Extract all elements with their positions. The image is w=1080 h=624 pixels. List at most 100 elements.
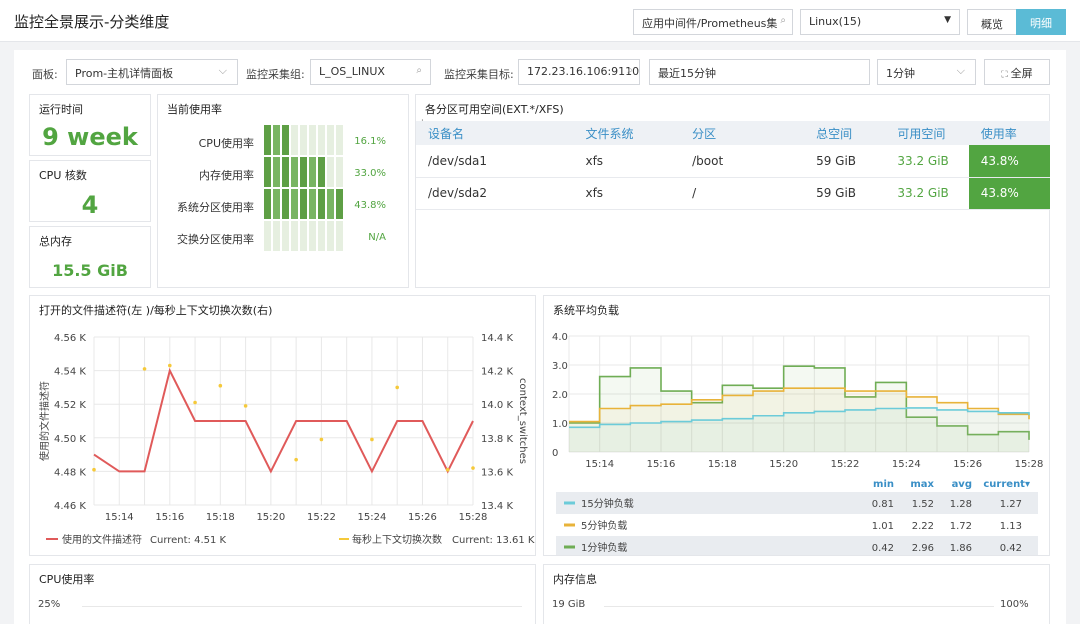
- usage-bar-cell: [318, 125, 325, 155]
- usage-bar-cell: [309, 157, 316, 187]
- cpu-cores-title: CPU 核数: [39, 169, 87, 182]
- chevron-down-icon: ⌵: [956, 64, 965, 77]
- fullscreen-button[interactable]: ⛶ 全屏: [984, 59, 1050, 85]
- time-range-select[interactable]: 最近15分钟: [649, 59, 870, 85]
- y-axis-label-left: 使用的文件描述符: [38, 381, 51, 461]
- usage-bar-cell: [309, 189, 316, 219]
- disk-column-header[interactable]: 文件系统: [573, 121, 680, 145]
- load-table-header: max: [910, 479, 934, 490]
- app-select-value: 应用中间件/Prometheus集: [642, 17, 778, 30]
- target-label: 监控采集目标:: [444, 68, 514, 81]
- group-select[interactable]: L_OS_LINUX ⌕: [310, 59, 431, 85]
- load-row-value: 0.42: [1000, 543, 1022, 554]
- x-tick: 15:24: [358, 512, 387, 523]
- caret-down-icon: ▼: [944, 15, 951, 25]
- x-tick: 15:16: [155, 512, 184, 523]
- panel-label: 面板:: [32, 68, 58, 81]
- disk-cell: /boot: [692, 153, 724, 168]
- usage-label: 系统分区使用率: [177, 201, 254, 214]
- usage-bar-cell: [273, 125, 280, 155]
- y-tick-left: 4.54 K: [54, 367, 86, 378]
- disk-cell: /dev/sda2: [428, 186, 488, 200]
- total-memory-panel: 总内存 15.5 GiB: [29, 226, 151, 288]
- y-tick-left: 4.46 K: [54, 501, 86, 512]
- disk-column-header[interactable]: 分区: [680, 121, 804, 145]
- memory-tick-left: 19 GiB: [552, 599, 586, 610]
- load-row-value: 2.96: [912, 543, 934, 554]
- usage-bar-cell: [282, 157, 289, 187]
- disk-table-body: /dev/sda1 xfs/boot 59 GiB 33.2 GiB 43.8%/dev…: [416, 145, 1050, 209]
- disk-column-header[interactable]: 使用率: [969, 121, 1050, 145]
- context-switch-point: [218, 383, 223, 388]
- load-row-name: 5分钟负载: [581, 519, 627, 532]
- overview-button[interactable]: 概览: [967, 9, 1017, 35]
- context-switch-point: [243, 404, 248, 408]
- x-tick: 15:20: [769, 459, 798, 470]
- y-tick-right: 13.4 K: [481, 501, 513, 512]
- uptime-panel: 运行时间 9 week: [29, 94, 151, 156]
- total-memory-value: 15.5 GiB: [52, 261, 128, 280]
- usage-bar-cell: [336, 189, 343, 219]
- disk-cell: 43.8%: [968, 177, 1050, 209]
- usage-label: 内存使用率: [199, 169, 254, 182]
- usage-bar-cell: [309, 125, 316, 155]
- context-switch-point: [370, 437, 374, 442]
- load-chart: 4.0 3.0 2.0 1.0 0 15:14 15:16 15:18 15:20 15:22 15…: [552, 332, 1043, 555]
- load-table-header: current▾: [983, 479, 1030, 490]
- x-tick: 15:24: [892, 459, 921, 470]
- load-row-value: 1.86: [950, 543, 972, 554]
- cpu-cores-value: 4: [81, 191, 99, 219]
- usage-bar-cell: [327, 125, 334, 155]
- disk-column-header[interactable]: 可用空间: [885, 121, 968, 145]
- disk-title: 各分区可用空间(EXT.*/XFS): [425, 103, 564, 116]
- cpu-usage-title: CPU使用率: [39, 573, 95, 586]
- panel-select[interactable]: Prom-主机详情面板 ⌵: [66, 59, 238, 85]
- usage-bar-cell: [273, 189, 280, 219]
- group-label: 监控采集组:: [246, 68, 305, 81]
- load-row-value: 1.52: [912, 499, 934, 510]
- os-select[interactable]: Linux(15) ▼: [800, 9, 960, 35]
- total-memory-title: 总内存: [39, 235, 72, 248]
- context-switch-point: [193, 400, 197, 405]
- app-select[interactable]: 应用中间件/Prometheus集 ⌕: [633, 9, 793, 35]
- y-tick-left: 4.50 K: [54, 434, 86, 445]
- disk-panel: 各分区可用空间(EXT.*/XFS) i 设备名 文件系统 分区 总空间 可用空间 使用率…: [415, 94, 1050, 288]
- usage-bar-cell: [291, 189, 298, 219]
- load-row-value: 1.01: [872, 521, 894, 532]
- fd-series-line: [93, 367, 474, 474]
- context-switch-point: [294, 457, 298, 462]
- usage-bar-cell: [318, 157, 325, 187]
- load-table-header: avg: [952, 479, 972, 490]
- disk-table: 设备名 文件系统 分区 总空间 可用空间 使用率 /dev/sda1 xfs/boot 59 …: [416, 121, 1050, 210]
- usage-bar-cell: [327, 189, 334, 219]
- usage-title: 当前使用率: [167, 103, 222, 116]
- fd-chart-panel: 打开的文件描述符(左 )/每秒上下文切换次数(右) 4.56 K 4.54 K 4.…: [29, 295, 536, 556]
- gridline: [82, 606, 522, 607]
- search-icon: ⌕: [416, 65, 422, 76]
- disk-cell: xfs: [585, 186, 604, 200]
- usage-bar-cell: [291, 221, 298, 251]
- usage-bar-cell: [291, 157, 298, 187]
- x-tick: 15:18: [708, 459, 737, 470]
- target-select[interactable]: 172.23.16.106:9110 ⌕: [518, 59, 640, 85]
- uptime-value: 9 week: [42, 123, 138, 151]
- usage-bar-cell: [282, 189, 289, 219]
- interval-select[interactable]: 1分钟 ⌵: [877, 59, 976, 85]
- disk-column-header[interactable]: 设备名: [416, 121, 573, 145]
- x-tick: 15:22: [831, 459, 860, 470]
- gridline: [604, 606, 994, 607]
- load-row-value: 1.28: [950, 499, 972, 510]
- y-tick-right: 13.8 K: [481, 434, 513, 445]
- search-icon: ⌕: [627, 65, 633, 76]
- load-row-value: 1.72: [950, 521, 972, 532]
- disk-cell: 33.2 GiB: [897, 186, 949, 200]
- target-select-value: 172.23.16.106:9110: [527, 65, 640, 78]
- top-bar: 监控全景展示-分类维度 应用中间件/Prometheus集 ⌕ Linux(15…: [0, 0, 1080, 42]
- disk-column-header[interactable]: 总空间: [804, 121, 885, 145]
- detail-button[interactable]: 明细: [1016, 9, 1066, 35]
- page-title: 监控全景展示-分类维度: [14, 13, 170, 31]
- context-switch-point: [168, 363, 172, 368]
- disk-cell: /dev/sda1: [428, 153, 488, 168]
- usage-bar-cell: [282, 125, 289, 155]
- fullscreen-icon: ⛶: [1001, 70, 1011, 80]
